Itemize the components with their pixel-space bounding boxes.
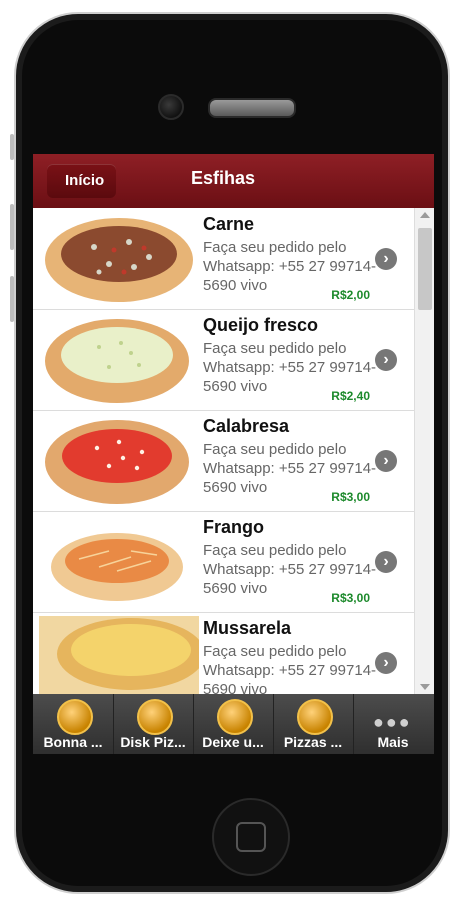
tab-disk-pizza[interactable]: Disk Piz... [113, 694, 194, 754]
bottom-tab-bar: Bonna ... Disk Piz... Deixe u... Pizzas … [33, 694, 434, 754]
item-description: Faça seu pedido pelo Whatsapp: +55 27 99… [203, 441, 377, 496]
list-item[interactable]: Mussarela Faça seu pedido pelo Whatsapp:… [33, 612, 414, 694]
tab-label: Deixe u... [202, 734, 264, 750]
pizza-logo-icon [57, 699, 93, 735]
item-name: Mussarela [203, 618, 292, 638]
tab-pizzas[interactable]: Pizzas ... [273, 694, 354, 754]
list-scrollbar[interactable] [414, 208, 434, 694]
esfiha-carne-image [45, 218, 193, 302]
list-item[interactable]: Queijo fresco Faça seu pedido pelo Whats… [33, 309, 414, 411]
app-screen: Início Esfihas Carne Faça seu pedido pel… [33, 154, 434, 754]
home-square-icon [236, 822, 266, 852]
chevron-right-icon[interactable]: › [375, 349, 397, 371]
mute-switch [10, 134, 14, 160]
volume-up-button [10, 204, 14, 250]
item-price: R$2,40 [331, 389, 370, 403]
tab-bonna[interactable]: Bonna ... [33, 694, 114, 754]
chevron-right-icon[interactable]: › [375, 652, 397, 674]
tab-label: Mais [377, 734, 409, 750]
list-item[interactable]: Calabresa Faça seu pedido pelo Whatsapp:… [33, 410, 414, 512]
item-name: Queijo fresco [203, 315, 319, 335]
item-price: R$3,00 [331, 490, 370, 504]
scroll-down-icon[interactable] [420, 684, 430, 690]
esfiha-frango-image [51, 533, 183, 601]
scroll-thumb[interactable] [418, 228, 432, 310]
volume-down-button [10, 276, 14, 322]
earpiece-speaker [208, 98, 296, 118]
list-item[interactable]: Frango Faça seu pedido pelo Whatsapp: +5… [33, 511, 414, 613]
scroll-up-icon[interactable] [420, 212, 430, 218]
chef-icon [137, 699, 173, 735]
product-list[interactable]: Carne Faça seu pedido pelo Whatsapp: +55… [33, 208, 414, 694]
item-name: Calabresa [203, 416, 290, 436]
esfiha-calabresa-image [45, 420, 189, 504]
front-camera [158, 94, 184, 120]
item-description: Faça seu pedido pelo Whatsapp: +55 27 99… [203, 239, 377, 294]
item-description: Faça seu pedido pelo Whatsapp: +55 27 99… [203, 643, 377, 694]
page-title: Esfihas [191, 168, 256, 188]
pizza-slice-icon [297, 699, 333, 735]
item-description: Faça seu pedido pelo Whatsapp: +55 27 99… [203, 542, 377, 597]
chevron-right-icon[interactable]: › [375, 248, 397, 270]
tab-more[interactable]: ●●● Mais [353, 694, 433, 754]
home-button[interactable] [212, 798, 290, 876]
esfiha-mussarela-image [39, 616, 199, 694]
back-button[interactable]: Início [47, 164, 117, 198]
chevron-right-icon[interactable]: › [375, 450, 397, 472]
tab-label: Bonna ... [43, 734, 103, 750]
item-name: Frango [203, 517, 264, 537]
item-name: Carne [203, 214, 255, 234]
chevron-right-icon[interactable]: › [375, 551, 397, 573]
item-description: Faça seu pedido pelo Whatsapp: +55 27 99… [203, 340, 377, 395]
tab-label: Pizzas ... [283, 734, 343, 750]
top-bar: Início Esfihas [33, 154, 434, 208]
item-price: R$3,00 [331, 591, 370, 605]
tab-deixe-mensagem[interactable]: Deixe u... [193, 694, 274, 754]
item-price: R$2,00 [331, 288, 370, 302]
list-item[interactable]: Carne Faça seu pedido pelo Whatsapp: +55… [33, 208, 414, 310]
esfiha-queijo-fresco-image [45, 319, 189, 403]
tab-label: Disk Piz... [120, 734, 186, 750]
more-dots-icon: ●●● [373, 712, 412, 732]
chat-bubble-icon [217, 699, 253, 735]
